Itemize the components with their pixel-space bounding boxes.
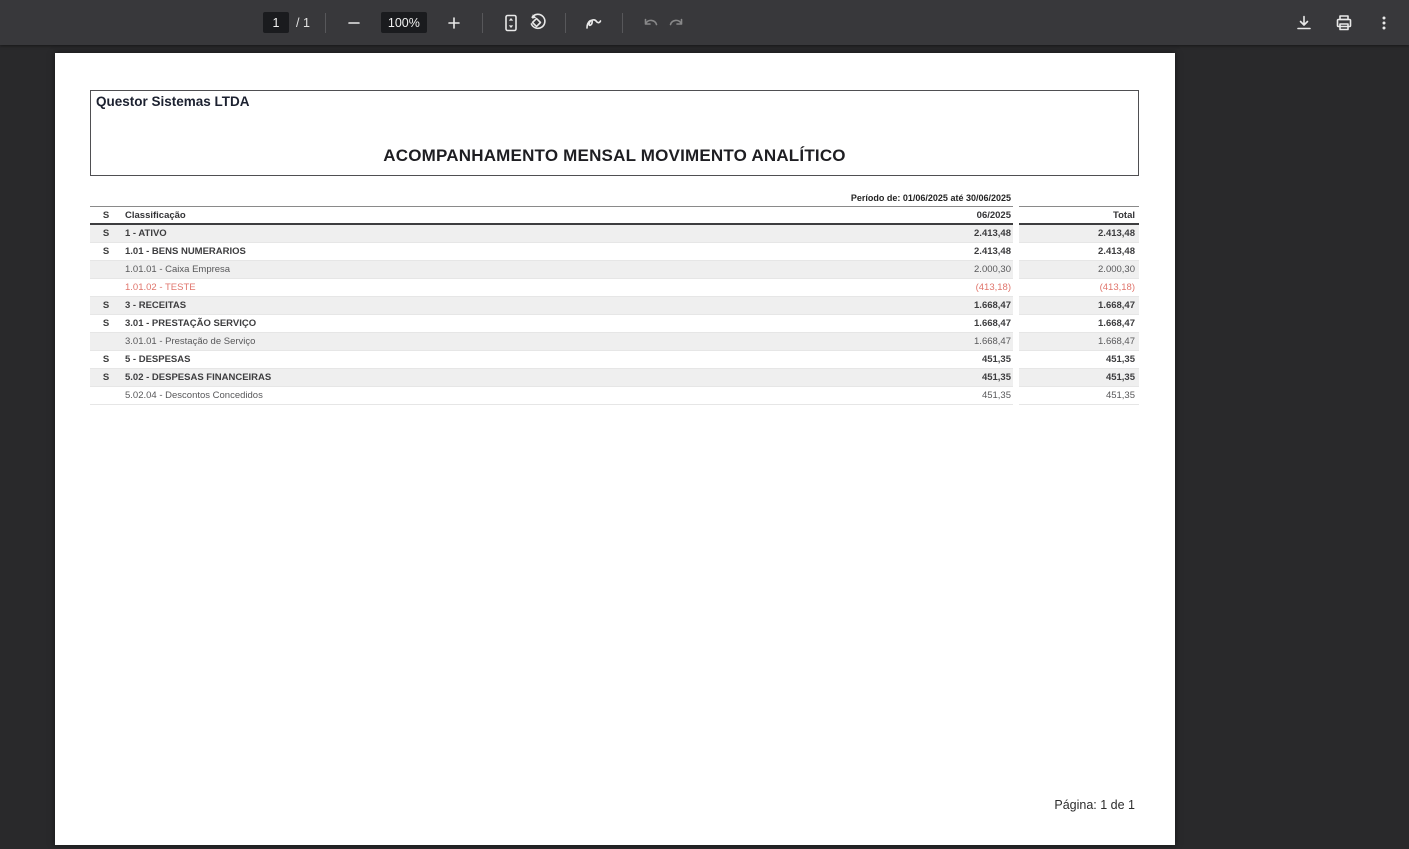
row-classification: 3.01 - PRESTAÇÃO SERVIÇO [125,318,257,329]
row-classification: 5.02.04 - Descontos Concedidos [125,390,263,401]
toolbar-divider [481,12,483,33]
zoom-out-button[interactable] [341,10,367,36]
table-header-row: S Classificação 06/2025 Total [90,206,1139,225]
row-classification: 3.01.01 - Prestação de Serviço [125,336,256,347]
row-total-value: 1.668,47 [1098,336,1135,347]
row-classification: 1 - ATIVO [125,228,167,239]
company-name: Questor Sistemas LTDA [96,94,250,109]
print-icon[interactable] [1331,10,1357,36]
table-body: S 1 - ATIVO 2.413,48 2.413,48 S 1.01 - B… [90,225,1139,405]
row-month-value: 1.668,47 [974,318,1011,329]
row-s-flag: S [102,354,110,365]
header-total: Total [1113,209,1135,221]
toolbar-divider [564,12,566,33]
row-month-value: 451,35 [981,354,1011,365]
report-header-box: Questor Sistemas LTDA ACOMPANHAMENTO MEN… [90,90,1139,176]
report-period: Período de: 01/06/2025 até 30/06/2025 [850,193,1011,203]
rotate-icon[interactable] [524,10,550,36]
row-month-value: 1.668,47 [974,300,1011,311]
report-table: S Classificação 06/2025 Total S 1 - ATIV… [90,206,1139,405]
row-s-flag: S [102,372,110,383]
more-options-icon[interactable] [1371,10,1397,36]
row-total-value: 2.000,30 [1098,264,1135,275]
table-row: S 5.02 - DESPESAS FINANCEIRAS 451,35 451… [90,369,1139,387]
row-total-value: 451,35 [1105,372,1135,383]
undo-icon[interactable] [638,10,664,36]
zoom-in-button[interactable] [441,10,467,36]
row-month-value: 451,35 [981,372,1011,383]
header-classification: Classificação [125,209,186,221]
row-month-value: 451,35 [981,390,1011,401]
page-number-input[interactable] [263,12,289,33]
table-row: S 5 - DESPESAS 451,35 451,35 [90,351,1139,369]
row-total-value: (413,18) [1099,282,1135,293]
pdf-page: Questor Sistemas LTDA ACOMPANHAMENTO MEN… [55,53,1175,845]
table-row: S 1 - ATIVO 2.413,48 2.413,48 [90,225,1139,243]
header-s: S [102,209,110,221]
zoom-level-display[interactable]: 100% [380,12,427,33]
pdf-toolbar: / 1 100% [0,0,1409,45]
row-total-value: 451,35 [1105,390,1135,401]
row-classification: 1.01.02 - TESTE [125,282,196,293]
page-count-label: / 1 [296,15,310,30]
row-s-flag: S [102,228,110,239]
row-s-flag: S [102,300,110,311]
row-classification: 5 - DESPESAS [125,354,191,365]
toolbar-center-group: / 1 100% [263,0,690,45]
header-month: 06/2025 [976,209,1011,221]
row-total-value: 1.668,47 [1098,300,1135,311]
row-total-value: 451,35 [1105,354,1135,365]
download-icon[interactable] [1291,10,1317,36]
toolbar-right-group [1291,0,1401,45]
row-classification: 5.02 - DESPESAS FINANCEIRAS [125,372,272,383]
row-month-value: 2.000,30 [974,264,1011,275]
table-row: 1.01.02 - TESTE (413,18) (413,18) [90,279,1139,297]
table-row: 5.02.04 - Descontos Concedidos 451,35 45… [90,387,1139,405]
draw-annotate-icon[interactable] [581,10,607,36]
row-classification: 1.01 - BENS NUMERARIOS [125,246,246,257]
toolbar-divider [324,12,326,33]
row-s-flag: S [102,246,110,257]
row-classification: 3 - RECEITAS [125,300,187,311]
row-month-value: 1.668,47 [974,336,1011,347]
row-total-value: 2.413,48 [1098,246,1135,257]
row-classification: 1.01.01 - Caixa Empresa [125,264,231,275]
fit-to-page-icon[interactable] [498,10,524,36]
table-row: S 3 - RECEITAS 1.668,47 1.668,47 [90,297,1139,315]
row-month-value: 2.413,48 [974,228,1011,239]
row-s-flag: S [102,318,110,329]
page-footer: Página: 1 de 1 [1054,798,1135,812]
redo-icon[interactable] [664,10,690,36]
toolbar-divider [621,12,623,33]
table-row: 1.01.01 - Caixa Empresa 2.000,30 2.000,3… [90,261,1139,279]
row-month-value: (413,18) [975,282,1011,293]
report-title: ACOMPANHAMENTO MENSAL MOVIMENTO ANALÍTIC… [383,146,846,165]
table-row: S 3.01 - PRESTAÇÃO SERVIÇO 1.668,47 1.66… [90,315,1139,333]
row-total-value: 2.413,48 [1098,228,1135,239]
table-row: S 1.01 - BENS NUMERARIOS 2.413,48 2.413,… [90,243,1139,261]
row-month-value: 2.413,48 [974,246,1011,257]
table-row: 3.01.01 - Prestação de Serviço 1.668,47 … [90,333,1139,351]
row-total-value: 1.668,47 [1098,318,1135,329]
